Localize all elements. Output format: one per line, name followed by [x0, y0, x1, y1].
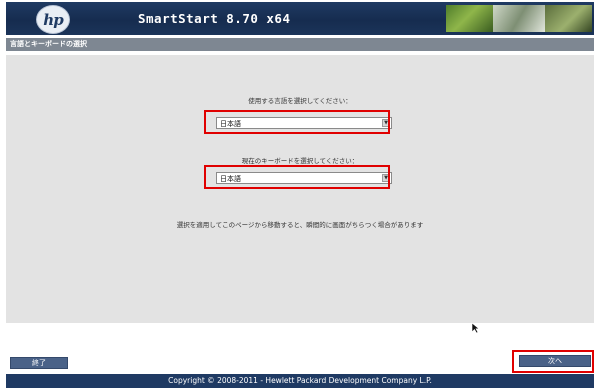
banner-photo [493, 5, 545, 32]
mouse-pointer-icon [471, 322, 480, 334]
header-banner-image [446, 5, 592, 32]
keyboard-select-highlight [204, 165, 390, 189]
banner-photo [545, 5, 592, 32]
app-title: SmartStart 8.70 x64 [138, 11, 291, 26]
flicker-notice: 選択を適用してこのページから移動すると、瞬間的に画面がちらつく場合があります [176, 221, 424, 229]
banner-photo [446, 5, 493, 32]
next-button-highlight [512, 350, 594, 373]
language-select-highlight [204, 110, 390, 134]
exit-button[interactable]: 終了 [10, 357, 68, 369]
hp-logo: hp [36, 5, 70, 34]
hp-logo-text: hp [43, 10, 63, 29]
window: hp SmartStart 8.70 x64 言語とキーボードの選択 使用する言… [0, 0, 600, 391]
language-label: 使用する言語を選択してください： [248, 97, 352, 105]
keyboard-label: 現在のキーボードを選択してください： [241, 157, 359, 165]
copyright-footer: Copyright © 2008-2011 - Hewlett Packard … [6, 374, 594, 388]
section-header: 言語とキーボードの選択 [6, 38, 594, 51]
app-header: hp SmartStart 8.70 x64 [6, 2, 594, 35]
section-title: 言語とキーボードの選択 [10, 40, 87, 48]
content-panel: 使用する言語を選択してください： 日本語 ▼ 現在のキーボードを選択してください… [6, 55, 594, 323]
